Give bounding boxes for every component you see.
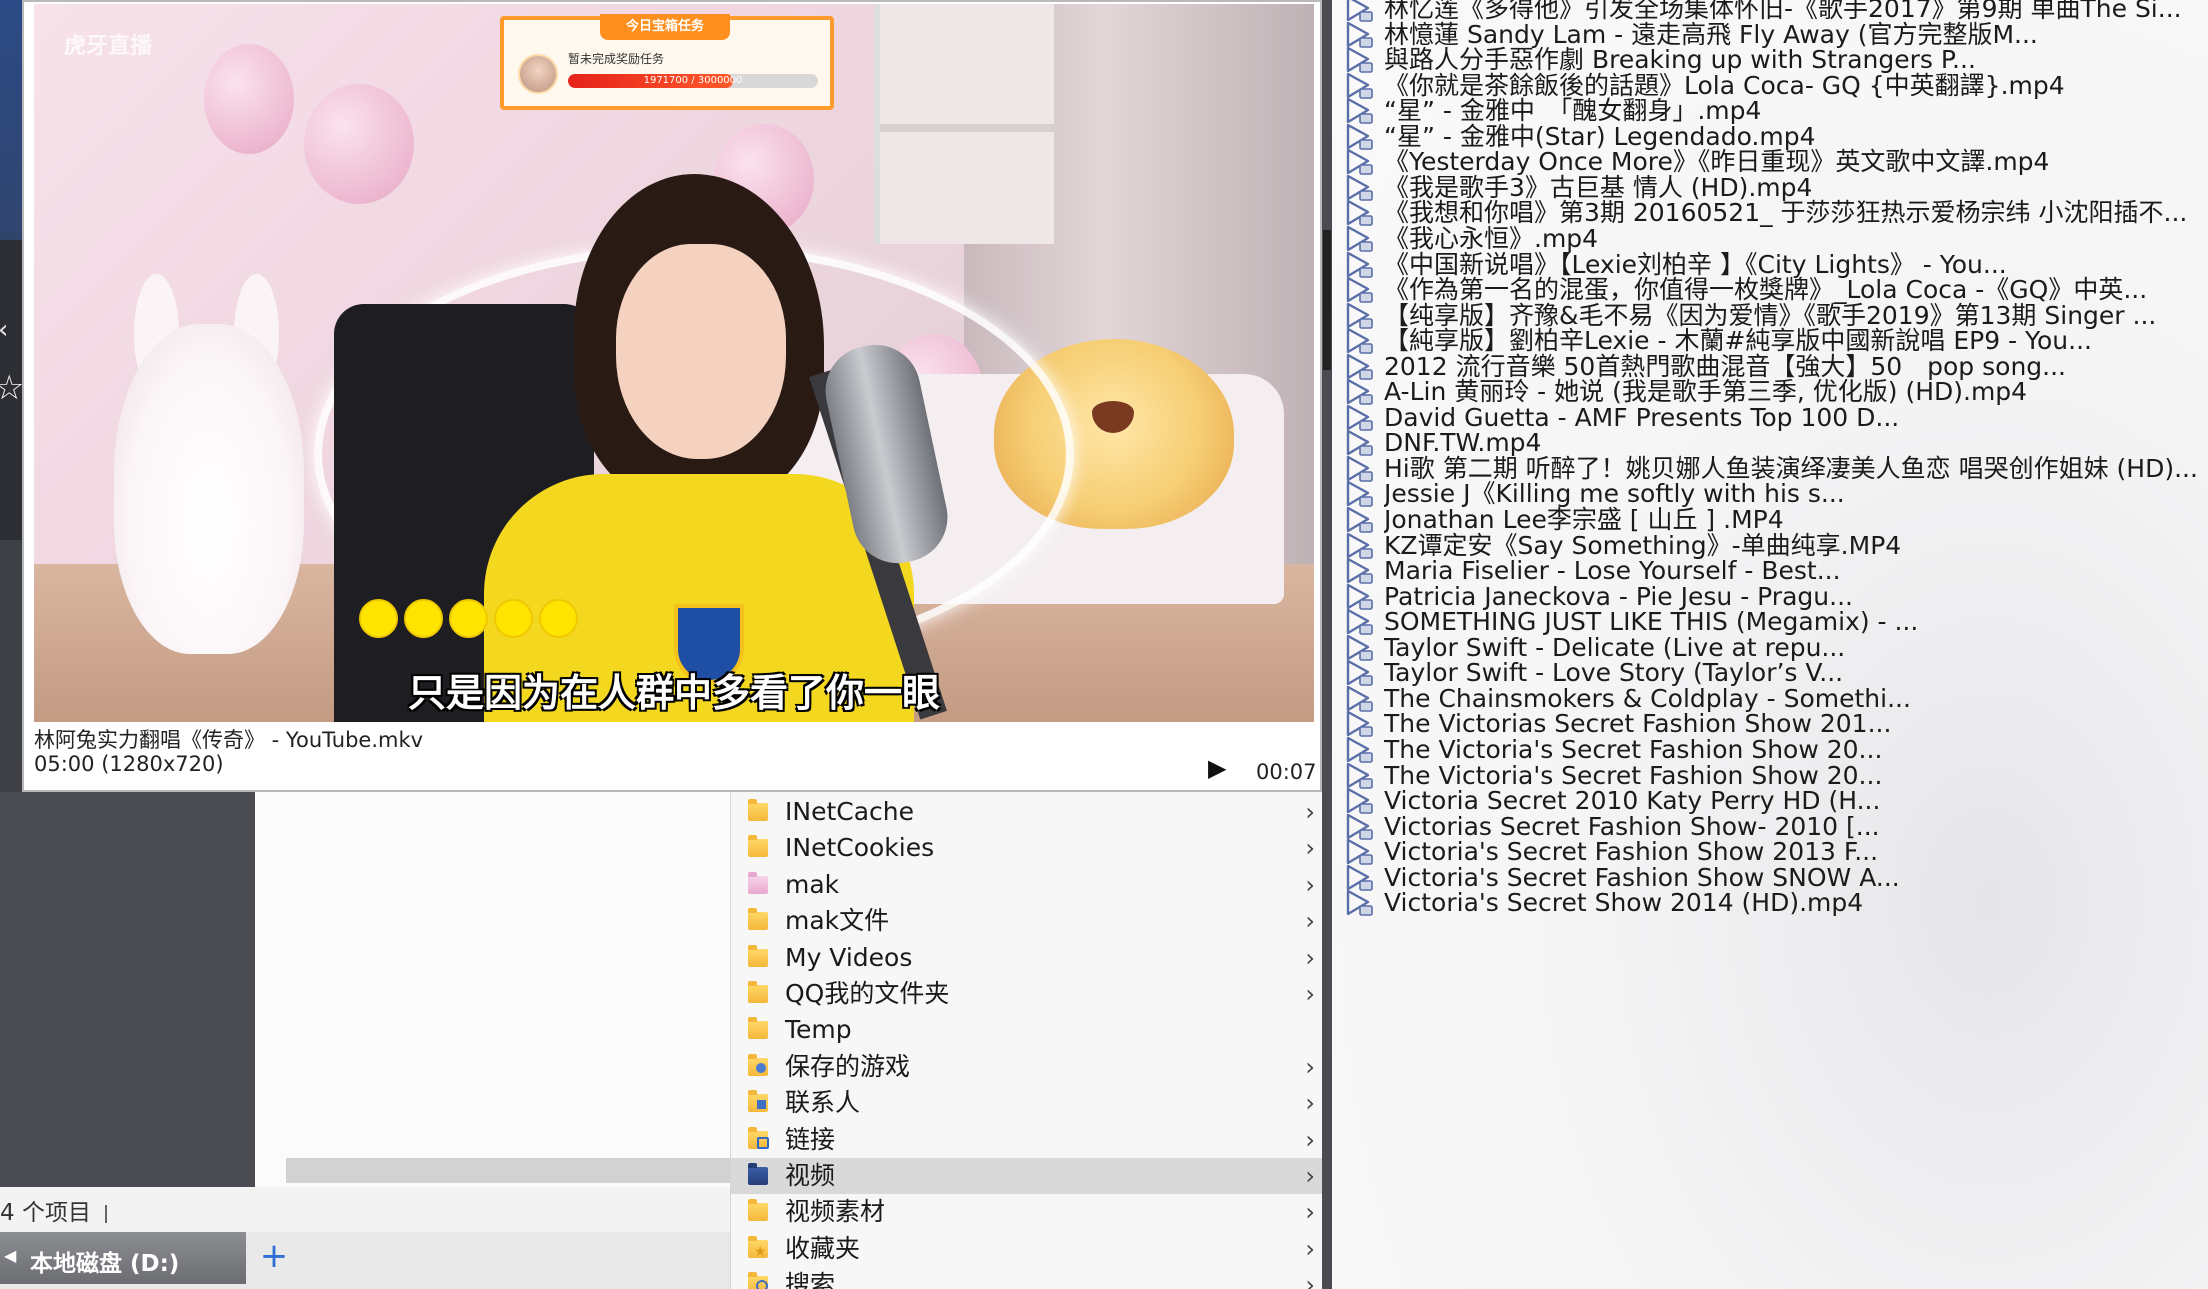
- item-count-label: 4 个项目: [0, 1200, 91, 1226]
- add-tab-button[interactable]: +: [258, 1236, 290, 1280]
- folder-item-label: 联系人: [785, 1088, 861, 1118]
- folder-item[interactable]: 保存的游戏 ›: [731, 1049, 1326, 1085]
- folder-item[interactable]: My Videos ›: [731, 940, 1326, 976]
- folder-item[interactable]: Temp: [731, 1012, 1326, 1048]
- bunny-lamp: [114, 324, 304, 654]
- folder-item[interactable]: 搜索 ›: [731, 1267, 1326, 1289]
- chevron-right-icon[interactable]: ›: [1305, 830, 1315, 866]
- file-view-pane: [255, 792, 730, 1187]
- folder-item[interactable]: mak ›: [731, 867, 1326, 903]
- chevron-right-icon[interactable]: ›: [1305, 1231, 1315, 1267]
- play-button[interactable]: ▶: [1208, 754, 1226, 782]
- chevron-right-icon[interactable]: ›: [1305, 1085, 1315, 1121]
- folder-list: INetCache › INetCookies › mak › mak文件 › My Video…: [730, 792, 1326, 1289]
- subtitle-dot: [539, 599, 578, 638]
- singer-face: [616, 244, 786, 459]
- folder-item-label: 视频素材: [785, 1197, 886, 1227]
- videos-icon: [748, 1163, 768, 1185]
- drive-tab[interactable]: ◀ 本地磁盘 (D:): [0, 1232, 246, 1284]
- chevron-right-icon[interactable]: ›: [1305, 903, 1315, 939]
- folder-item-label: 收藏夹: [785, 1233, 861, 1263]
- task-banner: 今日宝箱任务 暂未完成奖励任务 1971700 / 3000000: [500, 14, 834, 110]
- drive-icon: ◀: [4, 1246, 17, 1265]
- contacts-icon: [748, 1090, 768, 1113]
- folder-item[interactable]: 收藏夹 ›: [731, 1231, 1326, 1270]
- subtitle-dot: [404, 599, 443, 638]
- folder-item-label: QQ我的文件夹: [785, 979, 950, 1008]
- chevron-right-icon[interactable]: ›: [1305, 1122, 1315, 1158]
- favorites-icon: [748, 1234, 768, 1270]
- folder-icon: [748, 908, 768, 931]
- task-banner-title: 今日宝箱任务: [600, 14, 730, 40]
- chevron-right-icon[interactable]: ›: [1305, 1158, 1315, 1194]
- folder-icon: [748, 981, 768, 1003]
- status-bar: 4 个项目: [0, 1187, 730, 1232]
- video-filename: 林阿兔实力翻唱《传奇》 - YouTube.mkv: [34, 728, 424, 752]
- folder-icon: [748, 1199, 768, 1222]
- folder-item-label: INetCookies: [785, 833, 935, 863]
- folder-item[interactable]: 视频素材 ›: [731, 1194, 1326, 1230]
- task-avatar: [518, 54, 558, 94]
- folder-item[interactable]: 联系人 ›: [731, 1085, 1326, 1121]
- status-separator: [104, 1204, 107, 1223]
- folder-item-label: 视频: [785, 1161, 836, 1190]
- links-icon: [748, 1126, 769, 1149]
- balloon: [304, 84, 414, 204]
- folder-icon: [748, 1017, 768, 1040]
- chevron-right-icon[interactable]: ›: [1305, 867, 1315, 903]
- subtitle-dot: [359, 599, 398, 638]
- folder-item-label: Temp: [785, 1015, 852, 1045]
- balloon: [204, 44, 294, 154]
- chevron-right-icon[interactable]: ›: [1305, 794, 1315, 830]
- folder-item-label: INetCache: [785, 797, 915, 826]
- stream-logo-text: 虎牙直播: [64, 34, 153, 59]
- playlist-panel: 林忆莲《多得他》引发全场集体怀旧-《歌手2017》第9期 单曲The Si...…: [1332, 0, 2208, 1289]
- stream-logo: 虎牙直播: [64, 28, 152, 60]
- horizontal-scrollbar[interactable]: [286, 1158, 730, 1183]
- video-file-icon: [1346, 890, 1373, 917]
- video-preview-panel: 虎牙直播 今日宝箱任务 暂未完成奖励任务 1971700 / 3000000 只…: [22, 0, 1322, 792]
- folder-item-label: mak: [785, 869, 840, 899]
- folder-item-label: 搜索: [785, 1270, 836, 1289]
- folder-item-label: 保存的游戏: [785, 1051, 911, 1081]
- folder-item[interactable]: 链接 ›: [731, 1122, 1326, 1158]
- playlist-scrollbar-thumb[interactable]: [1323, 230, 1331, 370]
- navigation-pane: [0, 792, 255, 1187]
- video-current-time: 00:07: [1256, 760, 1317, 784]
- subtitle-dot: [449, 599, 488, 638]
- pink-folder-icon: [748, 871, 768, 894]
- folder-item-label: My Videos: [785, 942, 913, 972]
- video-thumbnail[interactable]: 虎牙直播 今日宝箱任务 暂未完成奖励任务 1971700 / 3000000 只…: [34, 4, 1314, 722]
- saved-games-icon: [748, 1053, 768, 1076]
- folder-icon: [748, 835, 768, 858]
- task-banner-text: 暂未完成奖励任务: [568, 52, 665, 66]
- subtitle-dot: [494, 599, 533, 638]
- subtitle-dot-row: [359, 599, 584, 639]
- playlist-item-label: Victoria's Secret Show 2014 (HD).mp4: [1384, 888, 1864, 918]
- folder-item-label: mak文件: [785, 906, 890, 936]
- folder-icon: [748, 799, 768, 821]
- playlist-scrollbar[interactable]: [1322, 0, 1332, 1289]
- chevron-right-icon[interactable]: ›: [1305, 1194, 1315, 1230]
- folder-item[interactable]: mak文件 ›: [731, 903, 1326, 939]
- chevron-right-icon[interactable]: ›: [1305, 1267, 1315, 1289]
- video-duration-resolution: 05:00 (1280x720): [34, 752, 224, 776]
- folder-item-label: 链接: [785, 1124, 836, 1154]
- chevron-right-icon[interactable]: ›: [1305, 976, 1315, 1012]
- folder-item[interactable]: 视频 ›: [731, 1158, 1326, 1194]
- video-subtitle: 只是因为在人群中多看了你一眼: [407, 671, 940, 715]
- task-progress-text: 1971700 / 3000000: [643, 75, 743, 86]
- collapse-arrow-icon[interactable]: ‹: [0, 315, 8, 345]
- chevron-right-icon[interactable]: ›: [1305, 1049, 1315, 1085]
- star-icon[interactable]: ☆: [0, 368, 24, 408]
- folder-icon: [748, 944, 768, 967]
- chevron-right-icon[interactable]: ›: [1305, 940, 1315, 976]
- playlist-item[interactable]: Victoria's Secret Show 2014 (HD).mp4: [1332, 885, 2208, 921]
- drive-tab-label: 本地磁盘 (D:): [30, 1251, 180, 1277]
- folder-item[interactable]: INetCookies ›: [731, 830, 1326, 866]
- folder-item[interactable]: INetCache ›: [731, 794, 1326, 830]
- bookshelf: [874, 4, 1060, 244]
- search-folder-icon: [748, 1272, 768, 1289]
- folder-item[interactable]: QQ我的文件夹 ›: [731, 976, 1326, 1012]
